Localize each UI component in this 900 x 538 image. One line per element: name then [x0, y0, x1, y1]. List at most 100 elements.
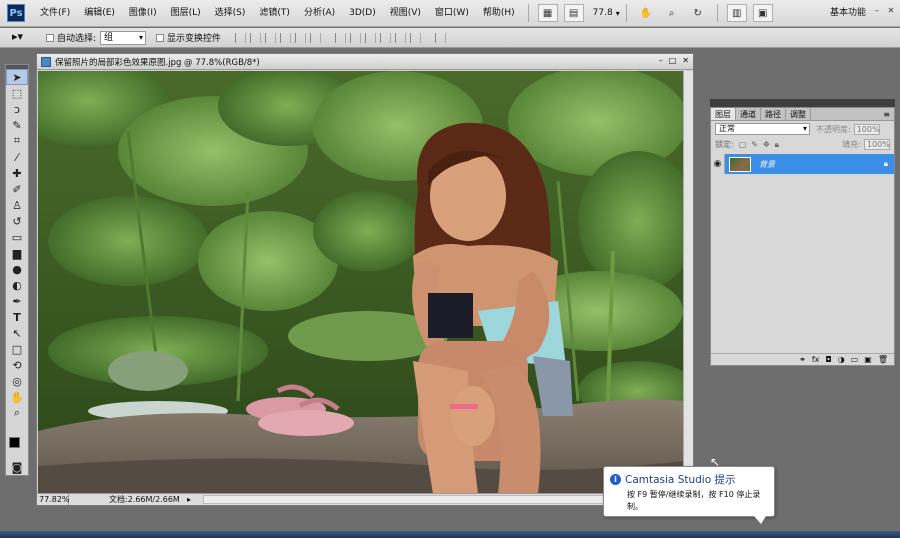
crop-tool-icon[interactable]: ⌗ — [6, 133, 28, 149]
new-layer-icon[interactable]: ▣ — [864, 355, 872, 364]
move-tool-icon[interactable]: ➤ — [6, 69, 28, 85]
maximize-icon[interactable]: □ — [669, 56, 677, 65]
auto-align-icon[interactable] — [435, 32, 447, 43]
dodge-tool-icon[interactable]: ◐ — [6, 277, 28, 293]
panel-dock-header[interactable] — [710, 99, 895, 107]
screen-mode-icon[interactable]: ▣ — [752, 4, 773, 22]
hand-tool-icon[interactable]: ✋ — [636, 4, 656, 22]
lock-all-icon[interactable]: 🔒︎ — [775, 140, 779, 150]
vertical-scrollbar[interactable] — [683, 71, 693, 494]
align-left-icon[interactable] — [280, 32, 292, 43]
distribute-top-icon[interactable] — [335, 32, 347, 43]
arrange-icon[interactable]: ▤ — [563, 4, 584, 22]
history-brush-tool-icon[interactable]: ↺ — [6, 213, 28, 229]
gradient-tool-icon[interactable]: ▆ — [6, 245, 28, 261]
show-transform-checkbox[interactable] — [156, 33, 165, 42]
healing-brush-tool-icon[interactable]: ✚ — [6, 165, 28, 181]
type-tool-icon[interactable]: T — [6, 309, 28, 325]
foreground-color-swatch[interactable] — [9, 437, 20, 448]
menu-window[interactable]: 窗口(W) — [428, 0, 476, 27]
delete-layer-icon[interactable]: 🗑︎ — [878, 355, 888, 364]
tab-adjustments[interactable]: 调整 — [786, 108, 811, 120]
align-top-icon[interactable] — [235, 32, 247, 43]
menu-file[interactable]: 文件(F) — [33, 0, 77, 27]
tab-layers[interactable]: 图层 — [711, 108, 736, 120]
tab-channels[interactable]: 通道 — [736, 108, 761, 120]
eyedropper-tool-icon[interactable]: ⁄ — [6, 149, 28, 165]
3d-orbit-tool-icon[interactable]: ◎ — [6, 373, 28, 389]
lock-position-icon[interactable]: ✥ — [763, 140, 770, 149]
3d-rotate-tool-icon[interactable]: ⟲ — [6, 357, 28, 373]
new-group-icon[interactable]: ▭ — [851, 355, 859, 364]
path-select-tool-icon[interactable]: ↖ — [6, 325, 28, 341]
menu-filter[interactable]: 滤镜(T) — [252, 0, 297, 27]
distribute-bottom-icon[interactable] — [365, 32, 377, 43]
close-icon[interactable]: ✕ — [682, 56, 689, 65]
zoom-level[interactable]: 77.8 — [587, 8, 616, 18]
menu-select[interactable]: 选择(S) — [208, 0, 253, 27]
visibility-eye-icon[interactable]: ◉ — [711, 154, 725, 174]
lock-label: 锁定: — [715, 140, 734, 149]
blur-tool-icon[interactable]: ● — [6, 261, 28, 277]
auto-select-checkbox[interactable] — [46, 33, 54, 42]
distribute-vcenter-icon[interactable] — [350, 32, 362, 43]
menu-analysis[interactable]: 分析(A) — [297, 0, 342, 27]
menu-image[interactable]: 图像(I) — [122, 0, 164, 27]
menu-3d[interactable]: 3D(D) — [342, 0, 383, 27]
layer-style-icon[interactable]: fx — [812, 355, 820, 364]
add-mask-icon[interactable]: ◘ — [825, 355, 831, 364]
quick-mask-icon[interactable]: ◙ — [6, 459, 28, 475]
move-tool-preset-icon[interactable]: ▸▾ — [12, 30, 36, 46]
rotate-view-icon[interactable]: ↻ — [688, 4, 708, 22]
status-arrow-icon[interactable]: ▸ — [187, 495, 191, 504]
workspace-switcher[interactable]: 基本功能 — [830, 0, 866, 27]
align-bottom-icon[interactable] — [265, 32, 277, 43]
brush-tool-icon[interactable]: ✐ — [6, 181, 28, 197]
zoom-tool-icon[interactable]: ⌕ — [662, 4, 682, 22]
marquee-tool-icon[interactable]: ⬚ — [6, 85, 28, 101]
adjustment-layer-icon[interactable]: ◑ — [838, 355, 845, 364]
distribute-hcenter-icon[interactable] — [395, 32, 407, 43]
shape-tool-icon[interactable]: □ — [6, 341, 28, 357]
zoom-field[interactable]: 77.82% — [37, 494, 70, 505]
link-layers-icon[interactable]: ⚭ — [799, 355, 806, 364]
tab-paths[interactable]: 路径 — [761, 108, 786, 120]
distribute-right-icon[interactable] — [410, 32, 422, 43]
menu-help[interactable]: 帮助(H) — [476, 0, 522, 27]
lock-pixels-icon[interactable]: ✎ — [751, 140, 758, 149]
fill-field[interactable]: 100% — [864, 139, 890, 150]
minimize-icon[interactable]: – — [659, 56, 663, 65]
distribute-left-icon[interactable] — [380, 32, 392, 43]
quick-select-tool-icon[interactable]: ✎ — [6, 117, 28, 133]
zoom-tool-icon[interactable]: ⌕ — [6, 405, 28, 421]
extras-icon[interactable]: ▥ — [726, 4, 747, 22]
panel-menu-icon[interactable]: ≡ — [883, 108, 894, 120]
lock-transparency-icon[interactable]: ▢ — [739, 140, 747, 149]
clone-stamp-tool-icon[interactable]: ♙ — [6, 197, 28, 213]
close-icon[interactable]: ✕ — [886, 5, 896, 15]
lasso-tool-icon[interactable]: ↄ — [6, 101, 28, 117]
divider — [527, 4, 529, 22]
blend-mode-dropdown[interactable]: 正常 — [715, 123, 810, 135]
align-right-icon[interactable] — [310, 32, 322, 43]
document-info[interactable]: 文档:2.66M/2.66M — [69, 494, 187, 505]
window-controls: – ✕ — [872, 5, 896, 15]
opacity-field[interactable]: 100% — [853, 123, 880, 135]
document-titlebar[interactable]: 保留照片的局部彩色效果原图.jpg @ 77.8%(RGB/8*) – □ ✕ — [37, 54, 693, 70]
camtasia-tooltip: i Camtasia Studio 提示 按 F9 暂停/继续录制，按 F10 … — [603, 466, 775, 524]
menu-edit[interactable]: 编辑(E) — [77, 0, 122, 27]
minimize-icon[interactable]: – — [872, 5, 882, 15]
align-vcenter-icon[interactable] — [250, 32, 262, 43]
image-canvas[interactable] — [38, 71, 684, 494]
auto-select-dropdown[interactable]: 组 — [100, 30, 147, 45]
hand-tool-icon[interactable]: ✋ — [6, 389, 28, 405]
menu-layer[interactable]: 图层(L) — [164, 0, 208, 27]
bridge-icon[interactable]: ▦ — [537, 4, 558, 22]
layer-row[interactable]: ◉ 背景 🔒︎ — [711, 154, 894, 174]
photoshop-logo: Ps — [7, 4, 25, 22]
zoom-dropdown-icon[interactable]: ▾ — [616, 9, 620, 18]
eraser-tool-icon[interactable]: ▭ — [6, 229, 28, 245]
align-hcenter-icon[interactable] — [295, 32, 307, 43]
menu-view[interactable]: 视图(V) — [383, 0, 428, 27]
pen-tool-icon[interactable]: ✒ — [6, 293, 28, 309]
